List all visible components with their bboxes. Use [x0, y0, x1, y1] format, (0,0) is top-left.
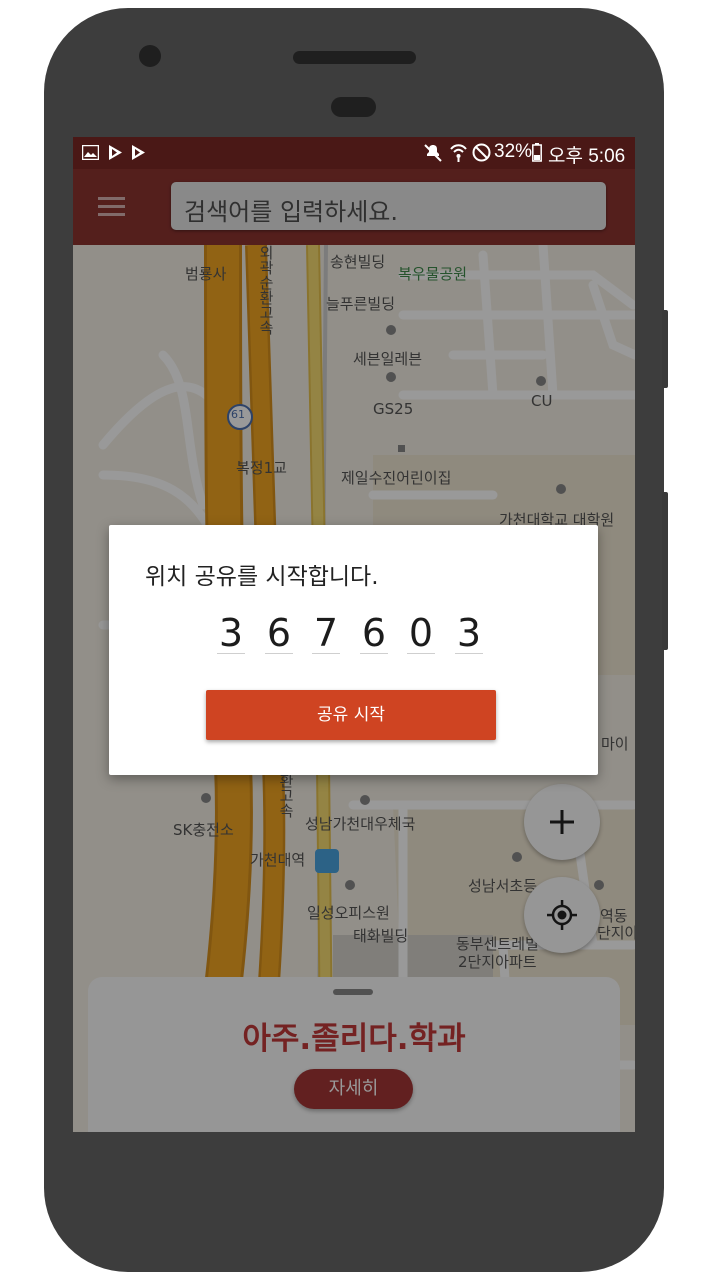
dialog-message: 위치 공유를 시작합니다. [145, 564, 379, 590]
earpiece-speaker [293, 51, 416, 64]
clock: 오후 5:06 [548, 146, 626, 167]
digit-underline [455, 653, 483, 654]
power-button [662, 310, 668, 388]
code-digit: 6 [266, 611, 292, 655]
play-store-icon [132, 145, 145, 160]
digit-underline [217, 653, 245, 654]
mute-icon [424, 144, 442, 162]
phone-screen: 범룡사 송현빌딩 복우물공원 늘푸른빌딩 세븐일레븐 GS25 CU 61 복정… [73, 137, 635, 1132]
code-digit: 3 [218, 611, 244, 655]
battery-percent: 32% [494, 141, 533, 162]
code-digit: 3 [456, 611, 482, 655]
digit-underline [360, 653, 388, 654]
share-location-dialog: 위치 공유를 시작합니다. 3 6 7 6 0 3 공유 시작 [109, 525, 598, 775]
code-digit: 0 [408, 611, 434, 655]
front-camera [139, 45, 161, 67]
blocked-icon [472, 143, 491, 162]
code-digit: 6 [361, 611, 387, 655]
volume-button [662, 492, 668, 650]
wifi-icon [450, 144, 467, 162]
digit-underline [407, 653, 435, 654]
start-sharing-button[interactable]: 공유 시작 [206, 690, 496, 740]
status-bar: 32% 오후 5:06 [73, 137, 635, 169]
code-digit: 7 [313, 611, 339, 655]
proximity-sensor [331, 97, 376, 117]
image-icon [82, 145, 99, 160]
digit-underline [265, 653, 293, 654]
play-store-icon [109, 145, 122, 160]
digit-underline [312, 653, 340, 654]
battery-icon [532, 143, 542, 162]
